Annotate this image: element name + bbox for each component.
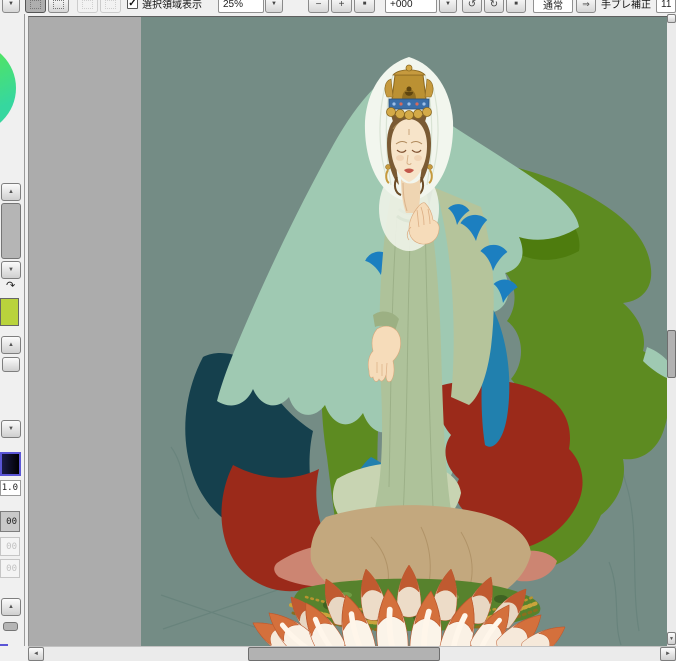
selection-rect-icon: [53, 0, 64, 9]
zoom-out-button[interactable]: −: [308, 0, 329, 13]
swap-colors-icon[interactable]: ↷: [6, 280, 22, 294]
zoom-reset-button[interactable]: ■: [354, 0, 375, 13]
scroll-left-button[interactable]: ◄: [28, 647, 44, 661]
arrow-up-icon: ▲: [8, 189, 14, 195]
curved-arrow-icon: ↷: [6, 280, 16, 292]
scroll-up-button[interactable]: ▲: [1, 336, 21, 354]
plus-icon: +: [338, 0, 345, 10]
slider-thumb[interactable]: [1, 203, 21, 259]
param-value-box-disabled: 00: [0, 537, 20, 556]
small-button[interactable]: [2, 357, 20, 372]
arrow-left-icon: ◄: [33, 651, 39, 657]
bottom-left-corner: [0, 646, 28, 661]
selection-rect-icon: [105, 0, 116, 9]
canvas-artwork[interactable]: [141, 17, 668, 647]
chevron-down-icon: ▼: [445, 1, 451, 7]
param-value-box[interactable]: 00: [0, 511, 20, 532]
scroll-up-button[interactable]: [667, 14, 676, 23]
param-value: 00: [6, 541, 17, 552]
reset-square-icon: ■: [362, 1, 367, 7]
toolbar: ▼ ✓ 選択領域表示 25% ▼ − + ■ +000 ▼ ↺ ↻ ■ 通常 ⇒…: [0, 0, 676, 14]
blend-mode-box[interactable]: 通常: [533, 0, 573, 13]
rotation-reset-button[interactable]: ■: [506, 0, 526, 13]
scroll-up-button[interactable]: ▲: [1, 598, 21, 616]
rotate-cw-icon: ↻: [489, 0, 499, 10]
zoom-in-button[interactable]: +: [331, 0, 352, 13]
arrow-up-icon: ▲: [8, 604, 14, 610]
horizontal-scrollbar[interactable]: ◄ ►: [28, 646, 676, 661]
selection-area-checkbox[interactable]: ✓: [127, 0, 138, 9]
check-icon: ✓: [128, 0, 137, 9]
stabilizer-value: 11: [661, 0, 672, 10]
selection-tool-button-2[interactable]: [48, 0, 69, 13]
out-of-canvas-area: [29, 17, 141, 647]
panel-divider: [24, 14, 25, 661]
selection-area-label: 選択領域表示: [142, 0, 202, 11]
rotate-ccw-button[interactable]: ↺: [462, 0, 482, 13]
left-tool-panel: ▲ ▼ ↷ ▲ ▼ 00 00 00 ▲: [0, 14, 28, 661]
reset-square-icon: ■: [514, 1, 518, 7]
selection-rect-icon: [82, 0, 93, 9]
selection-tool-button-active[interactable]: [25, 0, 46, 13]
toolbar-dropdown-button[interactable]: ▼: [2, 0, 20, 13]
primary-color-swatch[interactable]: [0, 452, 21, 476]
apply-button[interactable]: ⇒: [576, 0, 596, 13]
rotation-value-box[interactable]: +000: [385, 0, 437, 13]
opacity-input[interactable]: [0, 480, 21, 496]
zoom-value: 25%: [223, 0, 244, 10]
arrow-right-icon: ►: [665, 651, 671, 657]
minus-icon: −: [315, 0, 322, 10]
stabilizer-label: 手ブレ補正: [601, 0, 651, 11]
param-value: 00: [6, 516, 17, 527]
vertical-scrollbar-thumb[interactable]: [667, 330, 676, 378]
color-wheel[interactable]: [0, 42, 16, 134]
rotate-ccw-icon: ↺: [467, 0, 477, 10]
param-value: 00: [6, 563, 17, 574]
slider-thumb[interactable]: [3, 622, 18, 631]
scroll-down-button[interactable]: ▼: [1, 420, 21, 438]
zoom-dropdown-button[interactable]: ▼: [265, 0, 283, 13]
blend-mode-value: 通常: [543, 0, 563, 12]
arrow-down-icon: ▼: [8, 267, 14, 273]
scroll-down-button[interactable]: ▼: [1, 261, 21, 279]
vertical-scrollbar[interactable]: ▼: [667, 14, 676, 646]
paint-app-window: { "toolbar": { "selection_area_label": "…: [0, 0, 676, 661]
arrow-right-icon: ⇒: [582, 0, 590, 9]
arrow-down-icon: ▼: [8, 426, 14, 432]
param-value-box-disabled: 00: [0, 559, 20, 578]
rotation-dropdown-button[interactable]: ▼: [439, 0, 457, 13]
selection-rect-icon: [30, 0, 41, 9]
horizontal-scrollbar-thumb[interactable]: [248, 647, 440, 661]
rotation-value: +000: [390, 0, 413, 10]
arrow-down-icon: ▼: [669, 635, 674, 642]
canvas-viewport[interactable]: [28, 16, 668, 647]
stabilizer-value-box[interactable]: 11: [656, 0, 676, 13]
selection-tool-button-3: [77, 0, 98, 13]
scroll-down-button[interactable]: ▼: [667, 632, 676, 645]
selection-tool-button-4: [100, 0, 121, 13]
scroll-right-button[interactable]: ►: [660, 647, 676, 661]
chevron-down-icon: ▼: [271, 1, 277, 7]
rotate-cw-button[interactable]: ↻: [484, 0, 504, 13]
chevron-down-icon: ▼: [8, 1, 14, 7]
scroll-up-button[interactable]: ▲: [1, 183, 21, 201]
zoom-value-box[interactable]: 25%: [218, 0, 264, 13]
arrow-up-icon: ▲: [8, 342, 14, 348]
secondary-color-swatch[interactable]: [0, 298, 19, 326]
